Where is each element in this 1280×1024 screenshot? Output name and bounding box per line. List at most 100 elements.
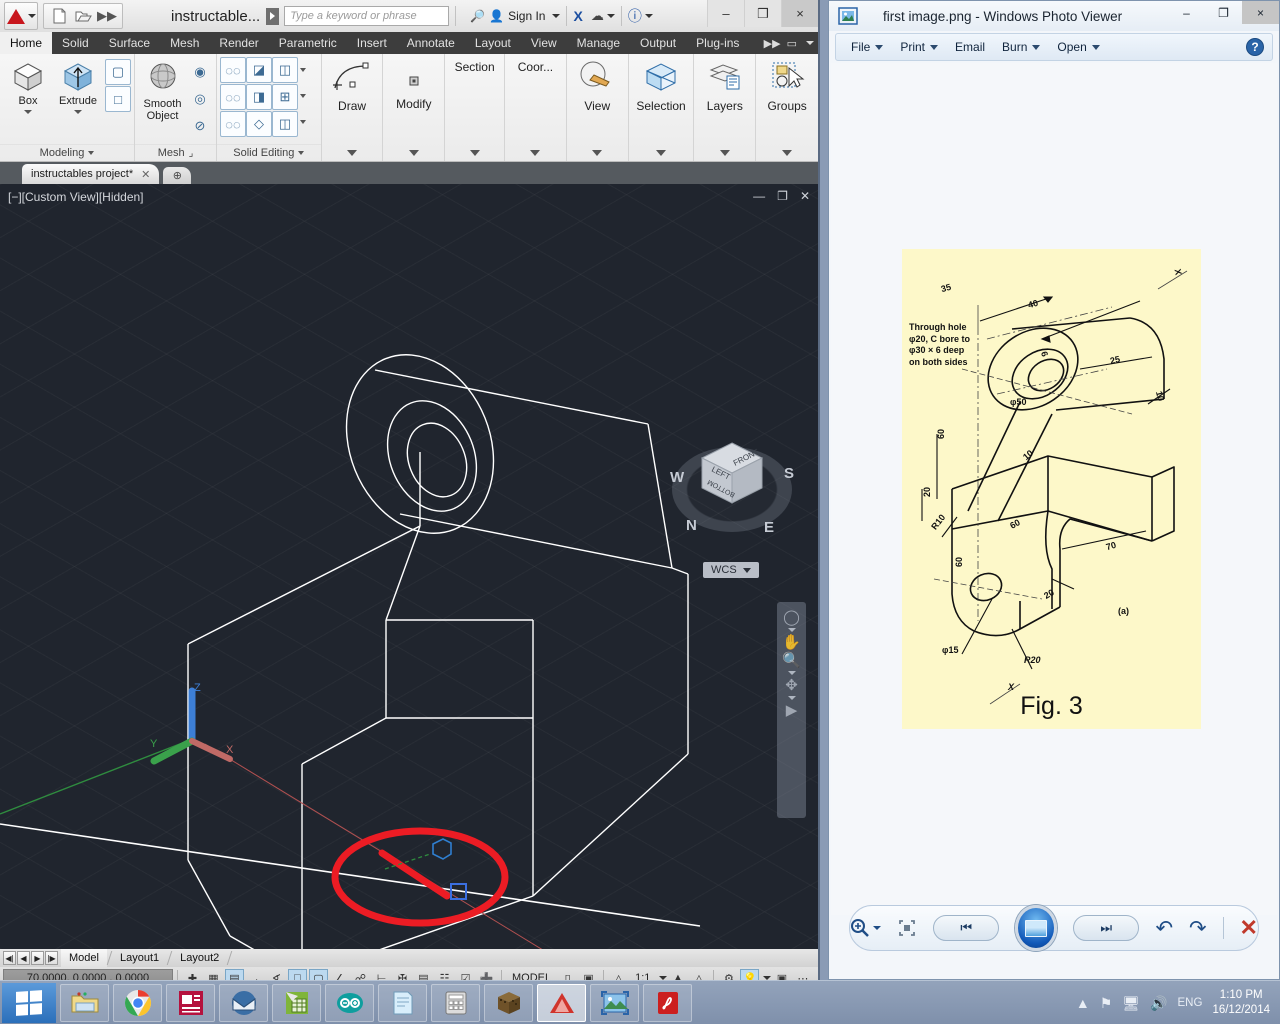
previous-button[interactable]: ⏮: [933, 915, 999, 941]
ribbon-tab-annotate[interactable]: Annotate: [397, 32, 465, 54]
steeringwheel-icon[interactable]: ◯: [783, 610, 800, 625]
taskbar-arduino[interactable]: [325, 984, 374, 1022]
chevron-down-icon[interactable]: [552, 14, 560, 18]
close-button[interactable]: ×: [1242, 1, 1279, 24]
groups-expand-arrow[interactable]: [756, 144, 818, 161]
actual-size-button[interactable]: [897, 918, 917, 938]
rotate-cw-button[interactable]: ↷: [1189, 916, 1207, 941]
minimize-button[interactable]: –: [707, 0, 744, 27]
chevron-down-icon[interactable]: [88, 151, 94, 155]
application-menu-button[interactable]: [4, 2, 38, 30]
new-icon[interactable]: [48, 6, 70, 26]
ribbon-tab-view[interactable]: View: [521, 32, 567, 54]
ribbon-panel-mesh-title[interactable]: Mesh⌟: [135, 144, 216, 161]
taskbar-news[interactable]: [166, 984, 215, 1022]
taskbar-photo-viewer[interactable]: [590, 984, 639, 1022]
new-tab-button[interactable]: ⊕: [163, 167, 191, 184]
ribbon-tab-render[interactable]: Render: [209, 32, 268, 54]
menu-open[interactable]: Open: [1050, 38, 1106, 56]
extrude-faces-icon[interactable]: ◪: [246, 57, 272, 83]
document-menu-arrow-icon[interactable]: [266, 8, 279, 25]
coordinates-expand-arrow[interactable]: [505, 144, 566, 161]
slideshow-button[interactable]: [1015, 905, 1057, 951]
compass-south-label[interactable]: S: [784, 465, 794, 482]
taskbar-spreadsheet[interactable]: [272, 984, 321, 1022]
subtract-icon[interactable]: ◌◌: [220, 84, 246, 110]
rotate-ccw-button[interactable]: ↶: [1155, 916, 1173, 941]
sign-in-group[interactable]: 🔎 👤 Sign In: [470, 9, 560, 23]
modify-expand-arrow[interactable]: [383, 144, 444, 161]
panel-dialog-launcher-icon[interactable]: ⌟: [189, 148, 194, 159]
menu-print[interactable]: Print: [893, 38, 945, 56]
ribbon-tab-output[interactable]: Output: [630, 32, 686, 54]
intersect-icon[interactable]: ◌◌: [220, 111, 246, 137]
selection-expand-arrow[interactable]: [629, 144, 694, 161]
help-icon[interactable]: ⓘ: [628, 6, 642, 26]
open-icon[interactable]: [72, 6, 94, 26]
help-icon[interactable]: ?: [1246, 38, 1264, 56]
ribbon-panel-solid-editing-title[interactable]: Solid Editing: [217, 144, 321, 161]
layout-tab-model[interactable]: Model: [61, 949, 107, 967]
view-expand-arrow[interactable]: [567, 144, 628, 161]
more-tabs-icon[interactable]: ▶▶: [764, 37, 781, 50]
orbit-icon[interactable]: ✥: [785, 678, 798, 693]
viewport-close-icon[interactable]: ✕: [800, 189, 810, 203]
minimize-button[interactable]: –: [1168, 1, 1205, 24]
navigation-bar[interactable]: ◯ ✋ 🔍 ✥ ▶: [777, 602, 806, 818]
action-center-flag-icon[interactable]: ⚑: [1100, 995, 1113, 1012]
separate-icon[interactable]: ◫: [272, 57, 298, 83]
search-input[interactable]: Type a keyword or phrase: [284, 6, 449, 26]
more-commands-icon[interactable]: ▶▶: [96, 6, 118, 26]
chevron-down-icon[interactable]: [788, 671, 796, 675]
menu-burn[interactable]: Burn: [995, 38, 1047, 56]
clean-icon[interactable]: ◇: [246, 111, 272, 137]
layout-nav-arrows[interactable]: ◀| ◀ ▶ |▶: [0, 949, 61, 967]
showmotion-icon[interactable]: ▶: [786, 703, 798, 718]
shell-icon[interactable]: ◫: [272, 111, 298, 137]
ribbon-tab-layout[interactable]: Layout: [465, 32, 521, 54]
ribbon-tab-insert[interactable]: Insert: [347, 32, 397, 54]
first-layout-button[interactable]: ◀|: [3, 951, 16, 965]
displayed-image[interactable]: 35 40 X 25 10 φ50 6 60 10 20 R10 60 70 6…: [902, 249, 1201, 729]
ribbon-tab-surface[interactable]: Surface: [99, 32, 160, 54]
box-button[interactable]: Box: [3, 57, 53, 114]
chevron-down-icon[interactable]: [806, 41, 814, 45]
layers-expand-arrow[interactable]: [694, 144, 755, 161]
chevron-down-icon[interactable]: [298, 57, 308, 83]
compass-north-label[interactable]: N: [686, 517, 697, 534]
last-layout-button[interactable]: |▶: [45, 951, 58, 965]
menu-email[interactable]: Email: [948, 38, 992, 56]
zoom-button[interactable]: [850, 918, 881, 938]
section-expand-arrow[interactable]: [445, 144, 504, 161]
chevron-down-icon[interactable]: [788, 628, 796, 632]
polysolid-icon[interactable]: □: [105, 86, 131, 112]
chevron-down-icon[interactable]: [24, 110, 32, 114]
no-smooth-icon[interactable]: ⊘: [187, 113, 213, 139]
taskbar-acrobat[interactable]: [643, 984, 692, 1022]
taper-faces-icon[interactable]: ◨: [246, 84, 272, 110]
draw-expand-arrow[interactable]: [322, 144, 383, 161]
clock[interactable]: 1:10 PM 16/12/2014: [1212, 988, 1270, 1018]
autodesk-360-icon[interactable]: ☁: [591, 8, 604, 24]
zoom-extents-icon[interactable]: 🔍: [782, 653, 801, 668]
maximize-button[interactable]: ❐: [1205, 1, 1242, 24]
chevron-down-icon[interactable]: [298, 83, 308, 109]
union-icon[interactable]: ◌◌: [220, 57, 246, 83]
file-tab-instructables-project[interactable]: instructables project* ✕: [22, 164, 159, 184]
ribbon-tab-solid[interactable]: Solid: [52, 32, 99, 54]
viewport-restore-icon[interactable]: ❐: [777, 189, 788, 203]
viewcube-body[interactable]: LEFT FRONT BOTTOM: [699, 441, 765, 519]
chevron-down-icon[interactable]: [298, 109, 308, 135]
imprint-icon[interactable]: ⊞: [272, 84, 298, 110]
minimize-ribbon-icon[interactable]: ▭: [787, 37, 797, 50]
viewcube[interactable]: W S N E LEFT FRONT BOTTOM: [667, 429, 797, 549]
taskbar-explorer[interactable]: [60, 984, 109, 1022]
ribbon-panel-modeling-title[interactable]: Modeling: [0, 144, 134, 161]
compass-east-label[interactable]: E: [764, 519, 774, 536]
ucs-dropdown-button[interactable]: WCS: [703, 562, 759, 578]
taskbar-autocad[interactable]: [537, 984, 586, 1022]
close-icon[interactable]: ✕: [141, 168, 150, 181]
compass-west-label[interactable]: W: [670, 469, 684, 486]
smooth-less-icon[interactable]: ◎: [187, 86, 213, 112]
taskbar-thunderbird[interactable]: [219, 984, 268, 1022]
